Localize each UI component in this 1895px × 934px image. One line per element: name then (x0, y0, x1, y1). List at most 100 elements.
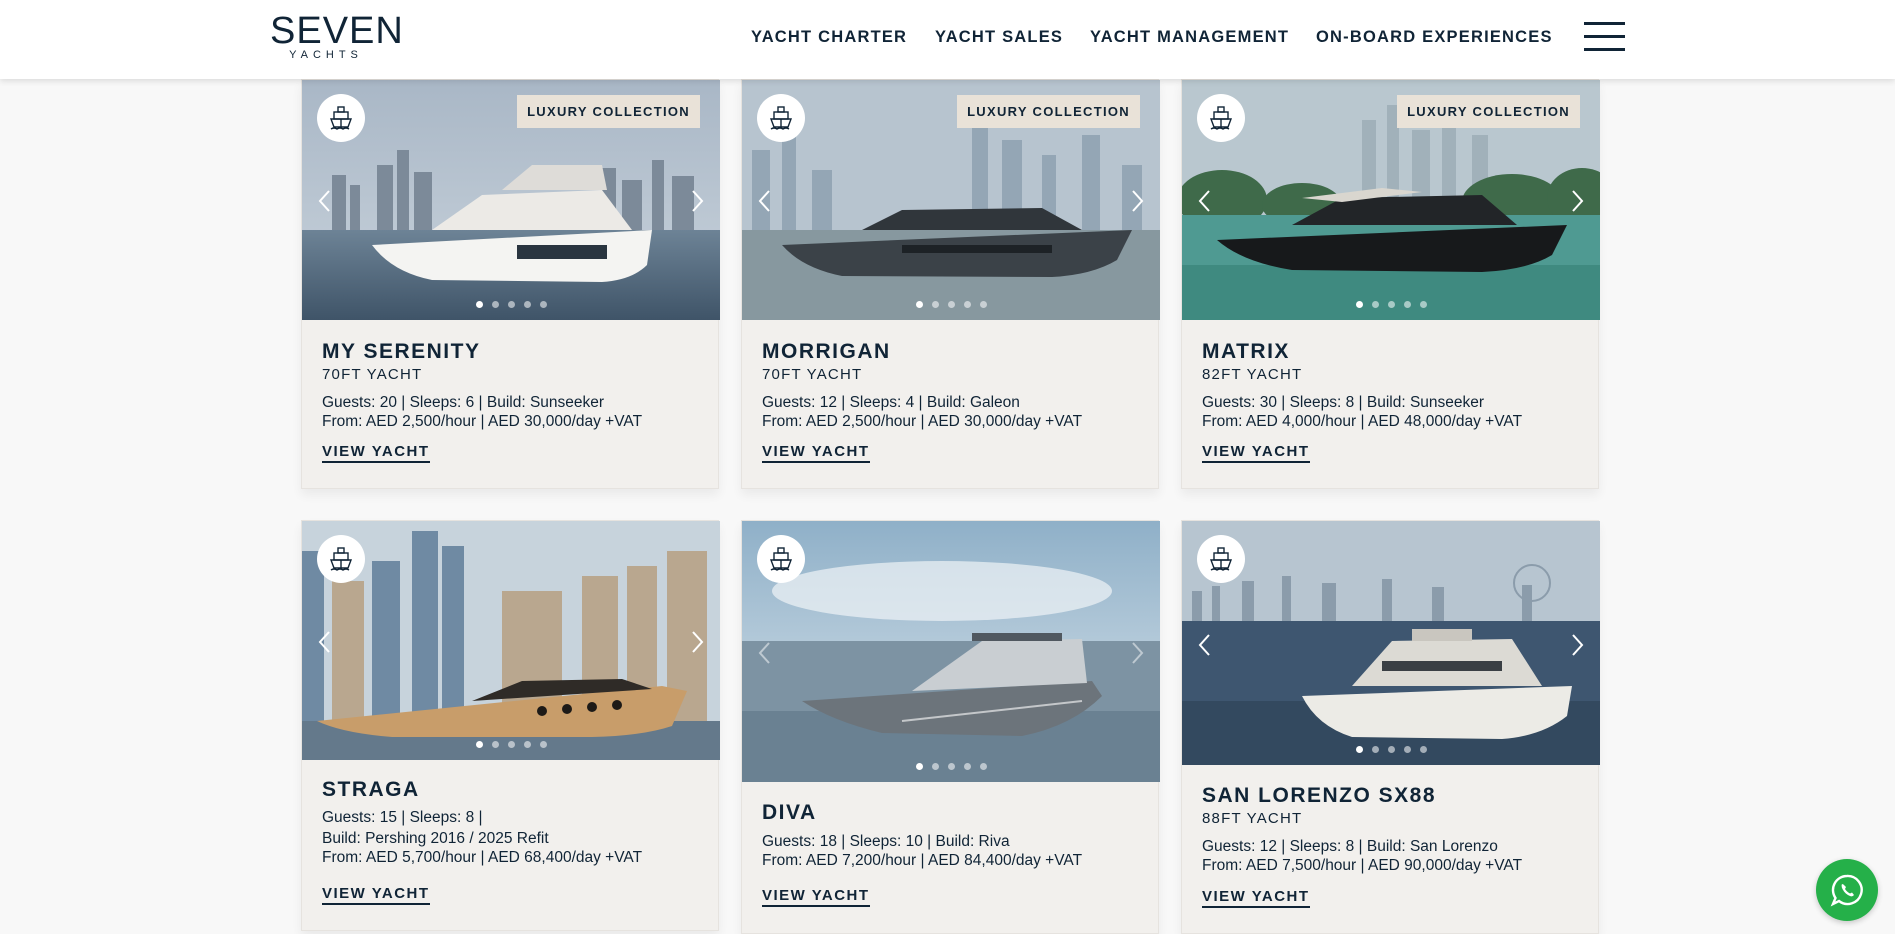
site-header: SEVEN YACHTS YACHT CHARTER YACHT SALES Y… (0, 0, 1895, 79)
yacht-price: From: AED 2,500/hour | AED 30,000/day +V… (762, 413, 1083, 430)
yacht-card-diva: DIVA Guests: 18 | Sleeps: 10 | Build: Ri… (741, 520, 1160, 934)
yacht-specs: Guests: 12 | Sleeps: 4 | Build: Galeon (762, 394, 1020, 411)
carousel-dot[interactable] (1371, 301, 1379, 308)
yacht-photo-carousel[interactable]: LUXURY COLLECTION (1182, 80, 1600, 320)
carousel-dot[interactable] (475, 301, 483, 308)
yacht-build: Build: Pershing 2016 / 2025 Refit (322, 830, 549, 847)
yacht-specs: Guests: 18 | Sleeps: 10 | Build: Riva (762, 833, 1010, 850)
carousel-dot[interactable] (475, 741, 483, 748)
whatsapp-chat-button[interactable] (1816, 859, 1878, 921)
carousel-dots (1182, 301, 1600, 309)
yacht-photo-carousel[interactable]: LUXURY COLLECTION (742, 80, 1160, 320)
nav-yacht-management[interactable]: YACHT MANAGEMENT (1090, 28, 1289, 47)
yacht-price: From: AED 7,500/hour | AED 90,000/day +V… (1202, 857, 1523, 874)
chevron-right-icon[interactable] (1127, 639, 1147, 667)
carousel-dot[interactable] (963, 763, 971, 770)
chevron-left-icon[interactable] (315, 628, 335, 656)
carousel-dot[interactable] (915, 301, 923, 308)
hamburger-menu-icon[interactable] (1584, 22, 1625, 52)
carousel-dot[interactable] (1355, 301, 1363, 308)
carousel-dot[interactable] (947, 301, 955, 308)
view-yacht-link[interactable]: VIEW YACHT (322, 443, 430, 463)
seven-yachts-logo[interactable]: SEVEN YACHTS (270, 12, 403, 61)
view-yacht-link[interactable]: VIEW YACHT (762, 887, 870, 907)
yacht-card-matrix: LUXURY COLLECTION MATRIX 82FT YACHT Gues… (1181, 79, 1600, 489)
chevron-left-icon[interactable] (755, 639, 775, 667)
carousel-dot[interactable] (491, 741, 499, 748)
chevron-right-icon[interactable] (1567, 187, 1587, 215)
yacht-photo-carousel[interactable] (302, 521, 720, 760)
ship-icon (1197, 94, 1245, 142)
luxury-collection-badge: LUXURY COLLECTION (1397, 95, 1580, 128)
carousel-dot[interactable] (1419, 746, 1427, 753)
nav-yacht-charter[interactable]: YACHT CHARTER (751, 28, 907, 47)
chevron-right-icon[interactable] (687, 628, 707, 656)
view-yacht-link[interactable]: VIEW YACHT (1202, 888, 1310, 908)
carousel-dot[interactable] (963, 301, 971, 308)
chevron-left-icon[interactable] (755, 187, 775, 215)
yacht-specs: Guests: 12 | Sleeps: 8 | Build: San Lore… (1202, 838, 1498, 855)
yacht-specs: Guests: 30 | Sleeps: 8 | Build: Sunseeke… (1202, 394, 1485, 411)
yacht-info: MATRIX 82FT YACHT Guests: 30 | Sleeps: 8… (1202, 340, 1584, 431)
carousel-dot[interactable] (1403, 746, 1411, 753)
yacht-info: MY SERENITY 70FT YACHT Guests: 20 | Slee… (322, 340, 704, 431)
yacht-size: 70FT YACHT (322, 366, 423, 383)
carousel-dot[interactable] (1371, 746, 1379, 753)
carousel-dot[interactable] (915, 763, 923, 770)
ship-icon (317, 94, 365, 142)
chevron-left-icon[interactable] (1195, 187, 1215, 215)
luxury-collection-badge: LUXURY COLLECTION (957, 95, 1140, 128)
yacht-name: DIVA (762, 801, 817, 824)
yacht-info: MORRIGAN 70FT YACHT Guests: 12 | Sleeps:… (762, 340, 1144, 431)
yacht-name: MATRIX (1202, 340, 1290, 363)
yacht-name: MORRIGAN (762, 340, 891, 363)
carousel-dot[interactable] (1387, 301, 1395, 308)
carousel-dot[interactable] (931, 763, 939, 770)
carousel-dots (742, 763, 1160, 771)
yacht-photo-carousel[interactable]: LUXURY COLLECTION (302, 80, 720, 320)
view-yacht-link[interactable]: VIEW YACHT (1202, 443, 1310, 463)
nav-on-board-experiences[interactable]: ON-BOARD EXPERIENCES (1316, 28, 1553, 47)
yacht-card-morrigan: LUXURY COLLECTION MORRIGAN 70FT YACHT Gu… (741, 79, 1160, 489)
carousel-dot[interactable] (1403, 301, 1411, 308)
yacht-info: SAN LORENZO SX88 88FT YACHT Guests: 12 |… (1202, 784, 1584, 875)
nav-yacht-sales[interactable]: YACHT SALES (935, 28, 1063, 47)
carousel-dots (742, 301, 1160, 309)
yacht-size: 82FT YACHT (1202, 366, 1303, 383)
carousel-dots (302, 741, 720, 749)
chevron-right-icon[interactable] (1567, 631, 1587, 659)
yacht-card-my-serenity: LUXURY COLLECTION MY SERENITY 70FT YACHT… (301, 79, 720, 489)
carousel-dot[interactable] (523, 301, 531, 308)
carousel-dot[interactable] (1419, 301, 1427, 308)
chevron-left-icon[interactable] (315, 187, 335, 215)
yacht-specs: Guests: 20 | Sleeps: 6 | Build: Sunseeke… (322, 394, 605, 411)
ship-icon (317, 535, 365, 583)
carousel-dot[interactable] (523, 741, 531, 748)
yacht-card-straga: STRAGA Guests: 15 | Sleeps: 8 | Build: P… (301, 520, 720, 931)
yacht-card-san-lorenzo-sx88: SAN LORENZO SX88 88FT YACHT Guests: 12 |… (1181, 520, 1600, 934)
carousel-dot[interactable] (979, 301, 987, 308)
carousel-dot[interactable] (947, 763, 955, 770)
yacht-photo-carousel[interactable] (742, 521, 1160, 782)
yacht-photo-carousel[interactable] (1182, 521, 1600, 765)
carousel-dot[interactable] (491, 301, 499, 308)
carousel-dot[interactable] (507, 741, 515, 748)
carousel-dot[interactable] (539, 741, 547, 748)
carousel-dots (1182, 746, 1600, 754)
ship-icon (1197, 535, 1245, 583)
view-yacht-link[interactable]: VIEW YACHT (322, 885, 430, 905)
luxury-collection-badge: LUXURY COLLECTION (517, 95, 700, 128)
carousel-dot[interactable] (507, 301, 515, 308)
carousel-dot[interactable] (1355, 746, 1363, 753)
chevron-right-icon[interactable] (1127, 187, 1147, 215)
yacht-price: From: AED 2,500/hour | AED 30,000/day +V… (322, 413, 643, 430)
chevron-right-icon[interactable] (687, 187, 707, 215)
yacht-info: DIVA Guests: 18 | Sleeps: 10 | Build: Ri… (762, 801, 1144, 870)
carousel-dot[interactable] (539, 301, 547, 308)
view-yacht-link[interactable]: VIEW YACHT (762, 443, 870, 463)
carousel-dot[interactable] (979, 763, 987, 770)
carousel-dot[interactable] (931, 301, 939, 308)
chevron-left-icon[interactable] (1195, 631, 1215, 659)
carousel-dot[interactable] (1387, 746, 1395, 753)
yacht-specs: Guests: 15 | Sleeps: 8 | (322, 809, 483, 826)
